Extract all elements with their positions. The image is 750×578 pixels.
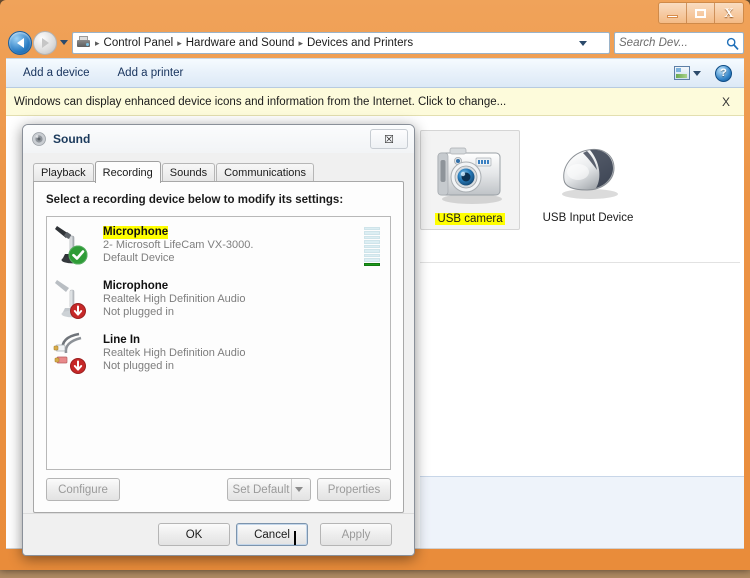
chevron-down-icon[interactable] xyxy=(579,41,587,46)
close-button[interactable]: X xyxy=(715,3,743,23)
sound-dialog-body: Playback Recording Sounds Communications… xyxy=(23,153,414,555)
device-label-usb-camera: USB camera xyxy=(435,213,505,225)
navigation-row: ▸ Control Panel ▸ Hardware and Sound ▸ D… xyxy=(0,28,750,58)
speaker-icon xyxy=(31,131,47,147)
device-name: Line In xyxy=(103,333,141,346)
apply-button[interactable]: Apply xyxy=(320,523,392,546)
device-label-usb-input-device: USB Input Device xyxy=(542,212,634,224)
list-item[interactable]: Line In Realtek High Definition Audio No… xyxy=(47,325,390,379)
text-cursor xyxy=(294,531,296,545)
forward-arrow-icon xyxy=(41,38,49,48)
add-a-printer-button[interactable]: Add a printer xyxy=(107,62,195,84)
device-name: Microphone xyxy=(103,225,169,239)
device-status: Default Device xyxy=(103,251,175,264)
printer-icon xyxy=(76,35,92,51)
device-tile-usb-input-device[interactable]: USB Input Device xyxy=(538,130,638,230)
camera-icon xyxy=(428,137,512,207)
sound-dialog-title: Sound xyxy=(53,132,91,146)
tab-sounds[interactable]: Sounds xyxy=(161,163,216,182)
command-toolbar: Add a device Add a printer ? xyxy=(6,58,744,88)
configure-button[interactable]: Configure xyxy=(46,478,120,501)
search-box[interactable]: Search Dev... xyxy=(614,32,744,54)
dialog-footer: OK Cancel Apply xyxy=(23,513,414,555)
rca-cable-icon xyxy=(53,328,97,376)
ok-button[interactable]: OK xyxy=(158,523,230,546)
tab-playback[interactable]: Playback xyxy=(33,163,94,182)
maximize-button[interactable] xyxy=(687,3,715,23)
information-bar-text: Windows can display enhanced device icon… xyxy=(14,95,507,108)
device-status: Not plugged in xyxy=(103,359,174,372)
list-item-text: Microphone 2- Microsoft LifeCam VX-3000.… xyxy=(103,224,364,265)
chevron-down-icon[interactable] xyxy=(693,70,701,76)
microphone-icon xyxy=(53,274,97,322)
help-icon[interactable]: ? xyxy=(715,64,732,82)
address-bar[interactable]: ▸ Control Panel ▸ Hardware and Sound ▸ D… xyxy=(72,32,610,54)
content-divider xyxy=(420,262,740,263)
back-arrow-icon xyxy=(16,38,24,48)
breadcrumb-devices-and-printers[interactable]: Devices and Printers xyxy=(304,35,416,51)
close-button[interactable]: ☒ xyxy=(370,129,408,149)
window-caption-bar: X xyxy=(0,0,750,28)
search-input[interactable]: Search Dev... xyxy=(619,37,726,49)
set-default-label: Set Default xyxy=(232,483,290,496)
cancel-button[interactable]: Cancel xyxy=(236,523,308,546)
recording-tab-panel: Select a recording device below to modif… xyxy=(33,181,404,513)
sound-dialog-titlebar: Sound ☒ xyxy=(23,125,414,153)
list-item[interactable]: Microphone 2- Microsoft LifeCam VX-3000.… xyxy=(47,217,390,271)
sound-dialog: Sound ☒ Playback Recording Sounds Commun… xyxy=(22,124,415,556)
list-item-text: Line In Realtek High Definition Audio No… xyxy=(103,332,364,373)
set-default-button[interactable]: Set Default xyxy=(227,478,311,501)
close-icon[interactable]: X xyxy=(716,95,736,109)
chevron-down-icon[interactable] xyxy=(291,479,306,500)
microphone-icon xyxy=(53,220,97,268)
close-icon: X xyxy=(724,5,734,20)
list-item[interactable]: Microphone Realtek High Definition Audio… xyxy=(47,271,390,325)
device-driver: Realtek High Definition Audio xyxy=(103,292,246,305)
level-meter xyxy=(364,276,380,320)
close-icon: ☒ xyxy=(384,133,394,146)
device-driver: Realtek High Definition Audio xyxy=(103,346,246,359)
device-tile-usb-camera[interactable]: USB camera xyxy=(420,130,520,230)
details-pane xyxy=(420,476,744,548)
device-grid: USB camera USB Input Device xyxy=(420,130,638,230)
level-meter xyxy=(364,222,380,266)
information-bar[interactable]: Windows can display enhanced device icon… xyxy=(6,88,744,116)
tabstrip: Playback Recording Sounds Communications xyxy=(33,161,404,183)
change-view-icon[interactable] xyxy=(674,66,690,80)
back-button[interactable] xyxy=(8,31,32,55)
device-name: Microphone xyxy=(103,279,169,292)
properties-button[interactable]: Properties xyxy=(317,478,391,501)
device-status: Not plugged in xyxy=(103,305,174,318)
recording-device-list[interactable]: Microphone 2- Microsoft LifeCam VX-3000.… xyxy=(46,216,391,470)
add-a-device-button[interactable]: Add a device xyxy=(12,62,101,84)
panel-button-row: Configure Set Default Properties xyxy=(46,478,391,502)
panel-instruction: Select a recording device below to modif… xyxy=(46,194,344,206)
recent-locations-icon[interactable] xyxy=(60,40,68,45)
minimize-button[interactable] xyxy=(659,3,687,23)
list-item-text: Microphone Realtek High Definition Audio… xyxy=(103,278,364,319)
mouse-icon xyxy=(546,136,630,206)
search-icon xyxy=(726,37,739,50)
level-meter xyxy=(364,330,380,374)
tab-communications[interactable]: Communications xyxy=(216,163,315,182)
window-controls: X xyxy=(658,2,744,24)
tab-recording[interactable]: Recording xyxy=(94,161,161,183)
breadcrumb-hardware-and-sound[interactable]: Hardware and Sound xyxy=(183,35,298,51)
forward-button[interactable] xyxy=(33,31,57,55)
device-driver: 2- Microsoft LifeCam VX-3000. xyxy=(103,238,254,251)
breadcrumb-control-panel[interactable]: Control Panel xyxy=(101,35,177,51)
